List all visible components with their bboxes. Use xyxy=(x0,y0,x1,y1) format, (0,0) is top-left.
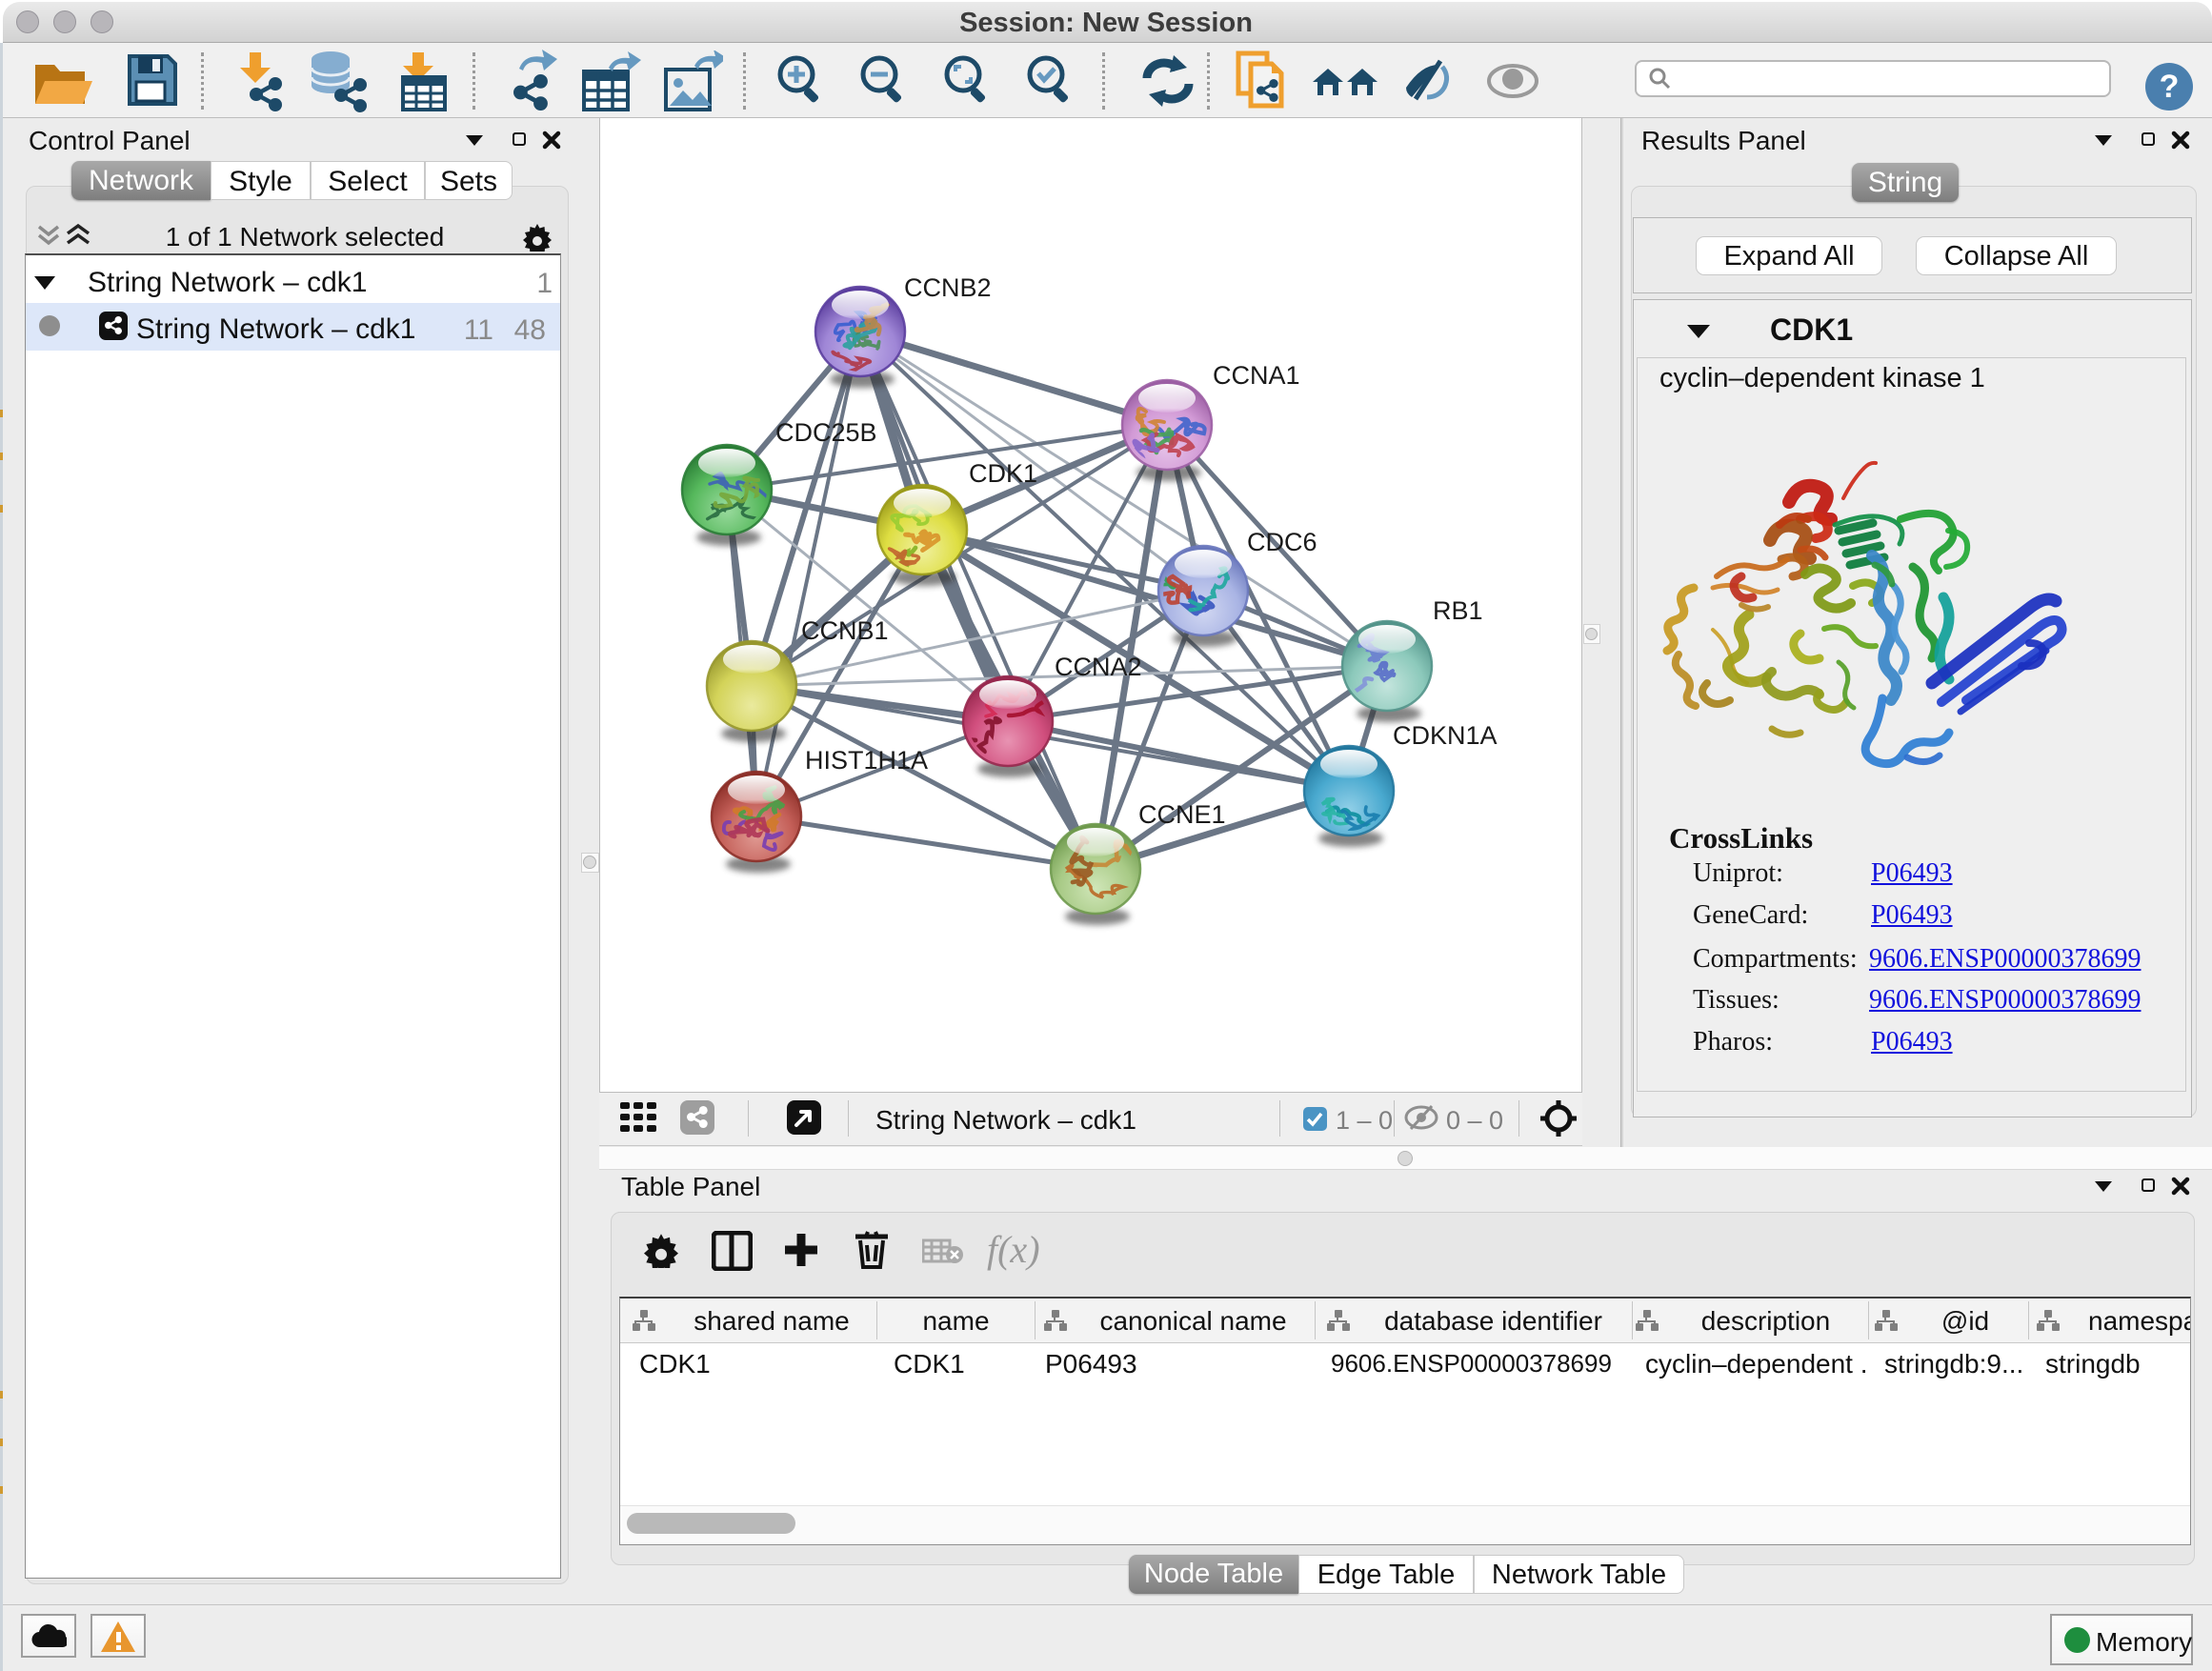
svg-text:RB1: RB1 xyxy=(1433,596,1483,625)
svg-text:CDKN1A: CDKN1A xyxy=(1393,721,1498,750)
svg-text:CCNA1: CCNA1 xyxy=(1213,361,1300,390)
svg-text:CDC25B: CDC25B xyxy=(775,418,877,447)
svg-text:CDK1: CDK1 xyxy=(969,459,1037,488)
svg-text:CDC6: CDC6 xyxy=(1247,528,1317,556)
svg-text:CCNB2: CCNB2 xyxy=(904,273,992,302)
svg-text:HIST1H1A: HIST1H1A xyxy=(805,746,928,775)
svg-text:CCNA2: CCNA2 xyxy=(1055,653,1142,681)
svg-text:CCNB1: CCNB1 xyxy=(801,616,889,645)
svg-text:CCNE1: CCNE1 xyxy=(1138,800,1226,829)
